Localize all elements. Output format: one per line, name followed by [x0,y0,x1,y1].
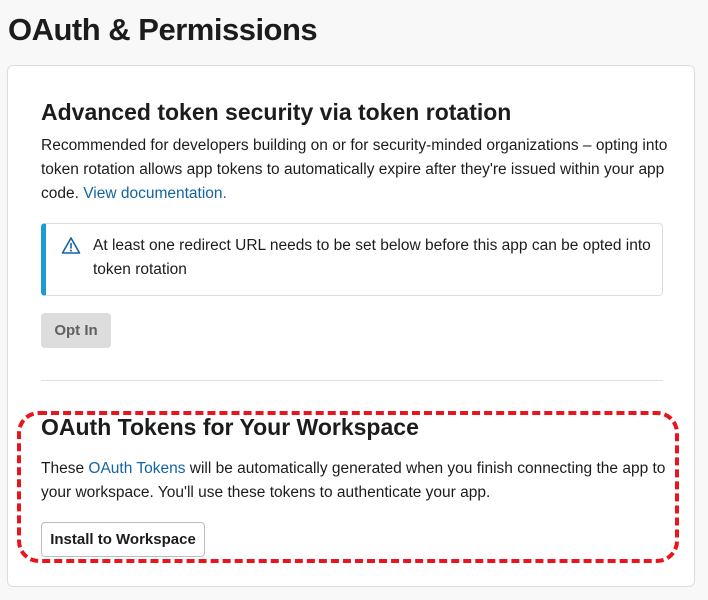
oauth-tokens-link[interactable]: OAuth Tokens [88,460,185,477]
page-title: OAuth & Permissions [8,12,318,47]
redirect-url-alert: At least one redirect URL needs to be se… [41,223,663,296]
opt-in-button[interactable]: Opt In [41,313,111,348]
token-rotation-description: Recommended for developers building on o… [41,134,671,206]
oauth-tokens-desc-prefix: These [41,460,89,477]
settings-card: Advanced token security via token rotati… [7,65,695,587]
oauth-tokens-description: These OAuth Tokens will be automatically… [41,457,671,505]
token-rotation-title: Advanced token security via token rotati… [41,99,512,125]
install-to-workspace-button[interactable]: Install to Workspace [41,522,205,557]
warning-icon [61,236,81,256]
alert-message: At least one redirect URL needs to be se… [93,237,651,278]
oauth-tokens-title: OAuth Tokens for Your Workspace [41,414,419,440]
view-documentation-link[interactable]: View documentation. [83,185,227,202]
section-divider [41,380,663,381]
